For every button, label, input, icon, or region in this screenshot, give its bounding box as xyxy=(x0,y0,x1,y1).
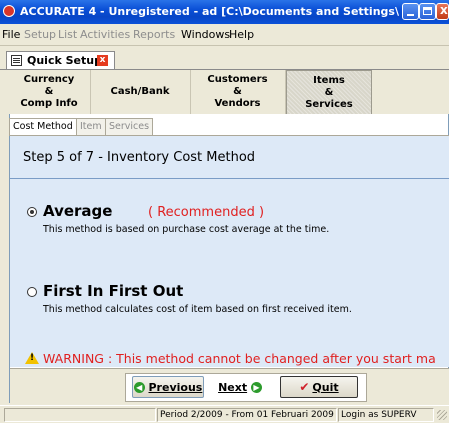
sub-tabs: Cost Method Item Services xyxy=(9,118,449,136)
next-button[interactable]: Next ▶ xyxy=(207,376,273,398)
nav-tab-currency-line3: Comp Info xyxy=(20,98,78,109)
nav-tab-cash-bank[interactable]: Cash/Bank xyxy=(90,70,191,114)
nav-tab-customers-line2: & xyxy=(233,86,242,97)
cost-method-content: Step 5 of 7 - Inventory Cost Method Aver… xyxy=(10,135,449,367)
previous-button[interactable]: ◀ Previous xyxy=(132,376,204,398)
document-icon xyxy=(11,55,22,66)
nav-tab-customers-line1: Customers xyxy=(207,74,268,85)
close-tab-icon[interactable]: x xyxy=(97,55,108,66)
menu-setup[interactable]: Setup xyxy=(24,28,56,41)
button-frame: ◀ Previous Next ▶ ✔ Quit xyxy=(125,373,367,402)
fifo-radio[interactable] xyxy=(27,287,37,297)
menu-bar: File Setup List Activities Reports Windo… xyxy=(0,24,449,44)
warning-icon xyxy=(25,352,39,364)
quick-setup-tab[interactable]: Quick Setup x xyxy=(6,51,115,69)
tab-services[interactable]: Services xyxy=(105,118,154,135)
menu-file[interactable]: File xyxy=(2,28,20,41)
window-title: ACCURATE 4 - Unregistered - ad [C:\Docum… xyxy=(20,5,400,18)
nav-tab-items-services[interactable]: Items & Services xyxy=(286,70,372,116)
setup-nav-tabs: Currency & Comp Info Cash/Bank Customers & V… xyxy=(0,69,449,116)
maximize-button[interactable] xyxy=(419,3,436,20)
nav-tab-customers-line3: Vendors xyxy=(214,98,261,109)
menu-help[interactable]: Help xyxy=(229,28,254,41)
average-radio[interactable] xyxy=(27,207,37,217)
quick-setup-label: Quick Setup xyxy=(27,54,102,67)
status-cell-empty xyxy=(4,408,156,422)
nav-tab-items-line2: & xyxy=(324,87,334,98)
menu-divider xyxy=(0,45,449,46)
resize-grip-icon[interactable] xyxy=(437,410,447,420)
checkmark-icon: ✔ xyxy=(299,380,310,394)
button-bar: ◀ Previous Next ▶ ✔ Quit xyxy=(10,368,449,403)
quit-label: Quit xyxy=(312,380,339,394)
warning-text: WARNING : This method cannot be changed … xyxy=(43,351,436,366)
status-bar: Period 2/2009 - From 01 Februari 2009 To… xyxy=(0,405,449,423)
recommended-label: ( Recommended ) xyxy=(148,205,265,220)
nav-tab-currency[interactable]: Currency & Comp Info xyxy=(8,70,91,114)
menu-windows[interactable]: Windows xyxy=(181,28,230,41)
arrow-left-icon: ◀ xyxy=(133,381,145,393)
menu-activities[interactable]: Activities xyxy=(80,28,130,41)
menu-reports[interactable]: Reports xyxy=(133,28,175,41)
previous-label: Previous xyxy=(148,380,203,394)
tab-item[interactable]: Item xyxy=(76,118,106,135)
step-heading: Step 5 of 7 - Inventory Cost Method xyxy=(23,150,256,165)
average-title[interactable]: Average xyxy=(43,202,112,220)
nav-tab-customers-vendors[interactable]: Customers & Vendors xyxy=(190,70,286,114)
menu-list[interactable]: List xyxy=(58,28,77,41)
close-window-button[interactable] xyxy=(436,3,449,20)
minimize-button[interactable] xyxy=(402,3,419,20)
fifo-title[interactable]: First In First Out xyxy=(43,282,183,300)
average-description: This method is based on purchase cost av… xyxy=(43,224,330,235)
status-login: Login as SUPERV xyxy=(338,408,434,422)
nav-tab-currency-line2: & xyxy=(44,86,54,97)
quit-button[interactable]: ✔ Quit xyxy=(280,376,358,398)
fifo-description: This method calculates cost of item base… xyxy=(43,304,352,315)
next-label: Next xyxy=(218,380,248,394)
tab-cost-method[interactable]: Cost Method xyxy=(9,118,77,136)
nav-tab-items-line3: Services xyxy=(305,99,353,110)
status-period: Period 2/2009 - From 01 Februari 2009 To… xyxy=(157,408,337,422)
step-divider xyxy=(10,178,449,179)
nav-tab-currency-line1: Currency xyxy=(23,74,75,85)
arrow-right-icon: ▶ xyxy=(250,381,262,393)
app-icon[interactable] xyxy=(3,5,15,17)
nav-tab-cash-bank-label: Cash/Bank xyxy=(110,86,170,97)
warning-message: WARNING : This method cannot be changed … xyxy=(25,351,436,366)
nav-tab-items-line1: Items xyxy=(313,75,345,86)
title-bar: ACCURATE 4 - Unregistered - ad [C:\Docum… xyxy=(0,0,449,24)
